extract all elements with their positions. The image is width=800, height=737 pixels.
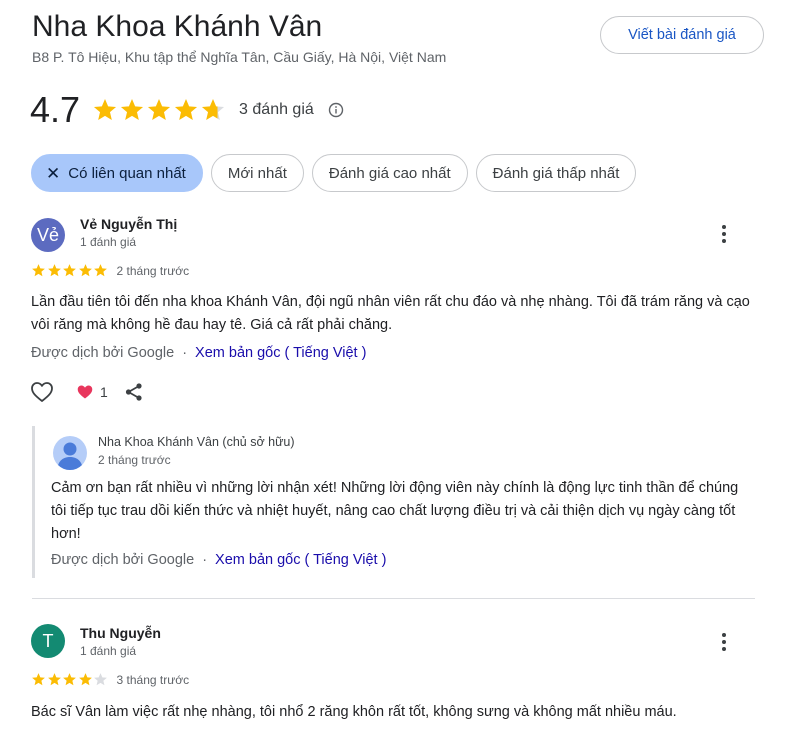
star-icon xyxy=(63,264,76,277)
avatar[interactable]: Vẻ xyxy=(31,218,65,252)
view-original-link[interactable]: Xem bản gốc ( Tiếng Việt ) xyxy=(215,552,386,568)
review-author-meta: 1 đánh giá xyxy=(80,644,137,658)
business-address: B8 P. Tô Hiệu, Khu tập thể Nghĩa Tân, Cầ… xyxy=(32,49,447,65)
star-icon xyxy=(63,673,76,686)
review-author-meta: 1 đánh giá xyxy=(80,235,137,249)
write-review-button[interactable]: Viết bài đánh giá xyxy=(600,16,764,54)
review-divider xyxy=(32,598,755,599)
review-time: 3 tháng trước xyxy=(116,672,190,687)
star-icon xyxy=(94,673,107,686)
translated-by-label: Được dịch bởi Google xyxy=(51,552,195,568)
business-title: Nha Khoa Khánh Vân xyxy=(32,10,323,43)
star-icon xyxy=(120,98,144,120)
close-icon: ✕ xyxy=(46,163,61,183)
filter-label: Có liên quan nhất xyxy=(68,164,186,182)
reply-time: 2 tháng trước xyxy=(98,453,171,467)
heart-filled-icon xyxy=(77,385,93,399)
heart-outline-icon[interactable] xyxy=(30,381,54,403)
star-icon xyxy=(201,98,225,120)
more-vert-icon[interactable] xyxy=(714,222,734,246)
star-icon xyxy=(78,264,92,277)
star-icon xyxy=(147,98,171,120)
average-rating-stars xyxy=(92,97,227,123)
filter-highest-rating[interactable]: Đánh giá cao nhất xyxy=(311,154,468,192)
star-icon xyxy=(47,264,61,277)
reply-author: Nha Khoa Khánh Vân (chủ sở hữu) xyxy=(98,435,295,449)
separator: · xyxy=(202,552,208,568)
reaction-count: 1 xyxy=(100,384,108,400)
separator: · xyxy=(182,345,188,361)
review-time: 2 tháng trước xyxy=(116,263,190,278)
translated-by-label: Được dịch bởi Google xyxy=(31,345,175,361)
filter-most-relevant[interactable]: ✕ Có liên quan nhất xyxy=(31,154,203,192)
filter-label: Mới nhất xyxy=(227,164,287,182)
info-icon[interactable] xyxy=(328,102,344,118)
star-icon xyxy=(47,673,61,686)
review-actions: 1 xyxy=(30,380,144,404)
star-icon xyxy=(32,264,45,277)
review-stars: 3 tháng trước xyxy=(31,672,189,687)
review-filters: ✕ Có liên quan nhất Mới nhất Đánh giá ca… xyxy=(31,154,644,192)
star-icon xyxy=(174,98,198,120)
review-text: Bác sĩ Vân làm việc rất nhẹ nhàng, tôi n… xyxy=(31,704,677,720)
star-icon xyxy=(78,673,92,686)
star-icon xyxy=(94,264,107,277)
filter-label: Đánh giá cao nhất xyxy=(328,164,451,182)
review-count: 3 đánh giá xyxy=(239,101,314,118)
star-icon xyxy=(93,98,117,120)
average-rating: 4.7 xyxy=(30,89,81,130)
person-icon xyxy=(53,436,87,470)
owner-reply: Nha Khoa Khánh Vân (chủ sở hữu) 2 tháng … xyxy=(32,426,762,578)
filter-newest[interactable]: Mới nhất xyxy=(210,154,304,192)
translation-note: Được dịch bởi Google · Xem bản gốc ( Tiế… xyxy=(31,345,366,361)
view-original-link[interactable]: Xem bản gốc ( Tiếng Việt ) xyxy=(195,345,366,361)
rating-summary: 4.7 3 đánh giá xyxy=(30,88,344,132)
more-vert-icon[interactable] xyxy=(714,630,734,654)
filter-label: Đánh giá thấp nhất xyxy=(492,164,620,182)
share-icon[interactable] xyxy=(124,382,144,402)
star-icon xyxy=(32,673,45,686)
review-text: Lần đầu tiên tôi đến nha khoa Khánh Vân,… xyxy=(31,294,750,333)
reply-text: Cảm ơn bạn rất nhiều vì những lời nhận x… xyxy=(51,480,739,542)
reply-translation-note: Được dịch bởi Google · Xem bản gốc ( Tiế… xyxy=(51,552,386,568)
review-author[interactable]: Thu Nguyễn xyxy=(80,625,161,641)
avatar[interactable]: T xyxy=(31,624,65,658)
filter-lowest-rating[interactable]: Đánh giá thấp nhất xyxy=(475,154,637,192)
review-author[interactable]: Vẻ Nguyễn Thị xyxy=(80,216,177,232)
review-stars: 2 tháng trước xyxy=(31,263,189,278)
